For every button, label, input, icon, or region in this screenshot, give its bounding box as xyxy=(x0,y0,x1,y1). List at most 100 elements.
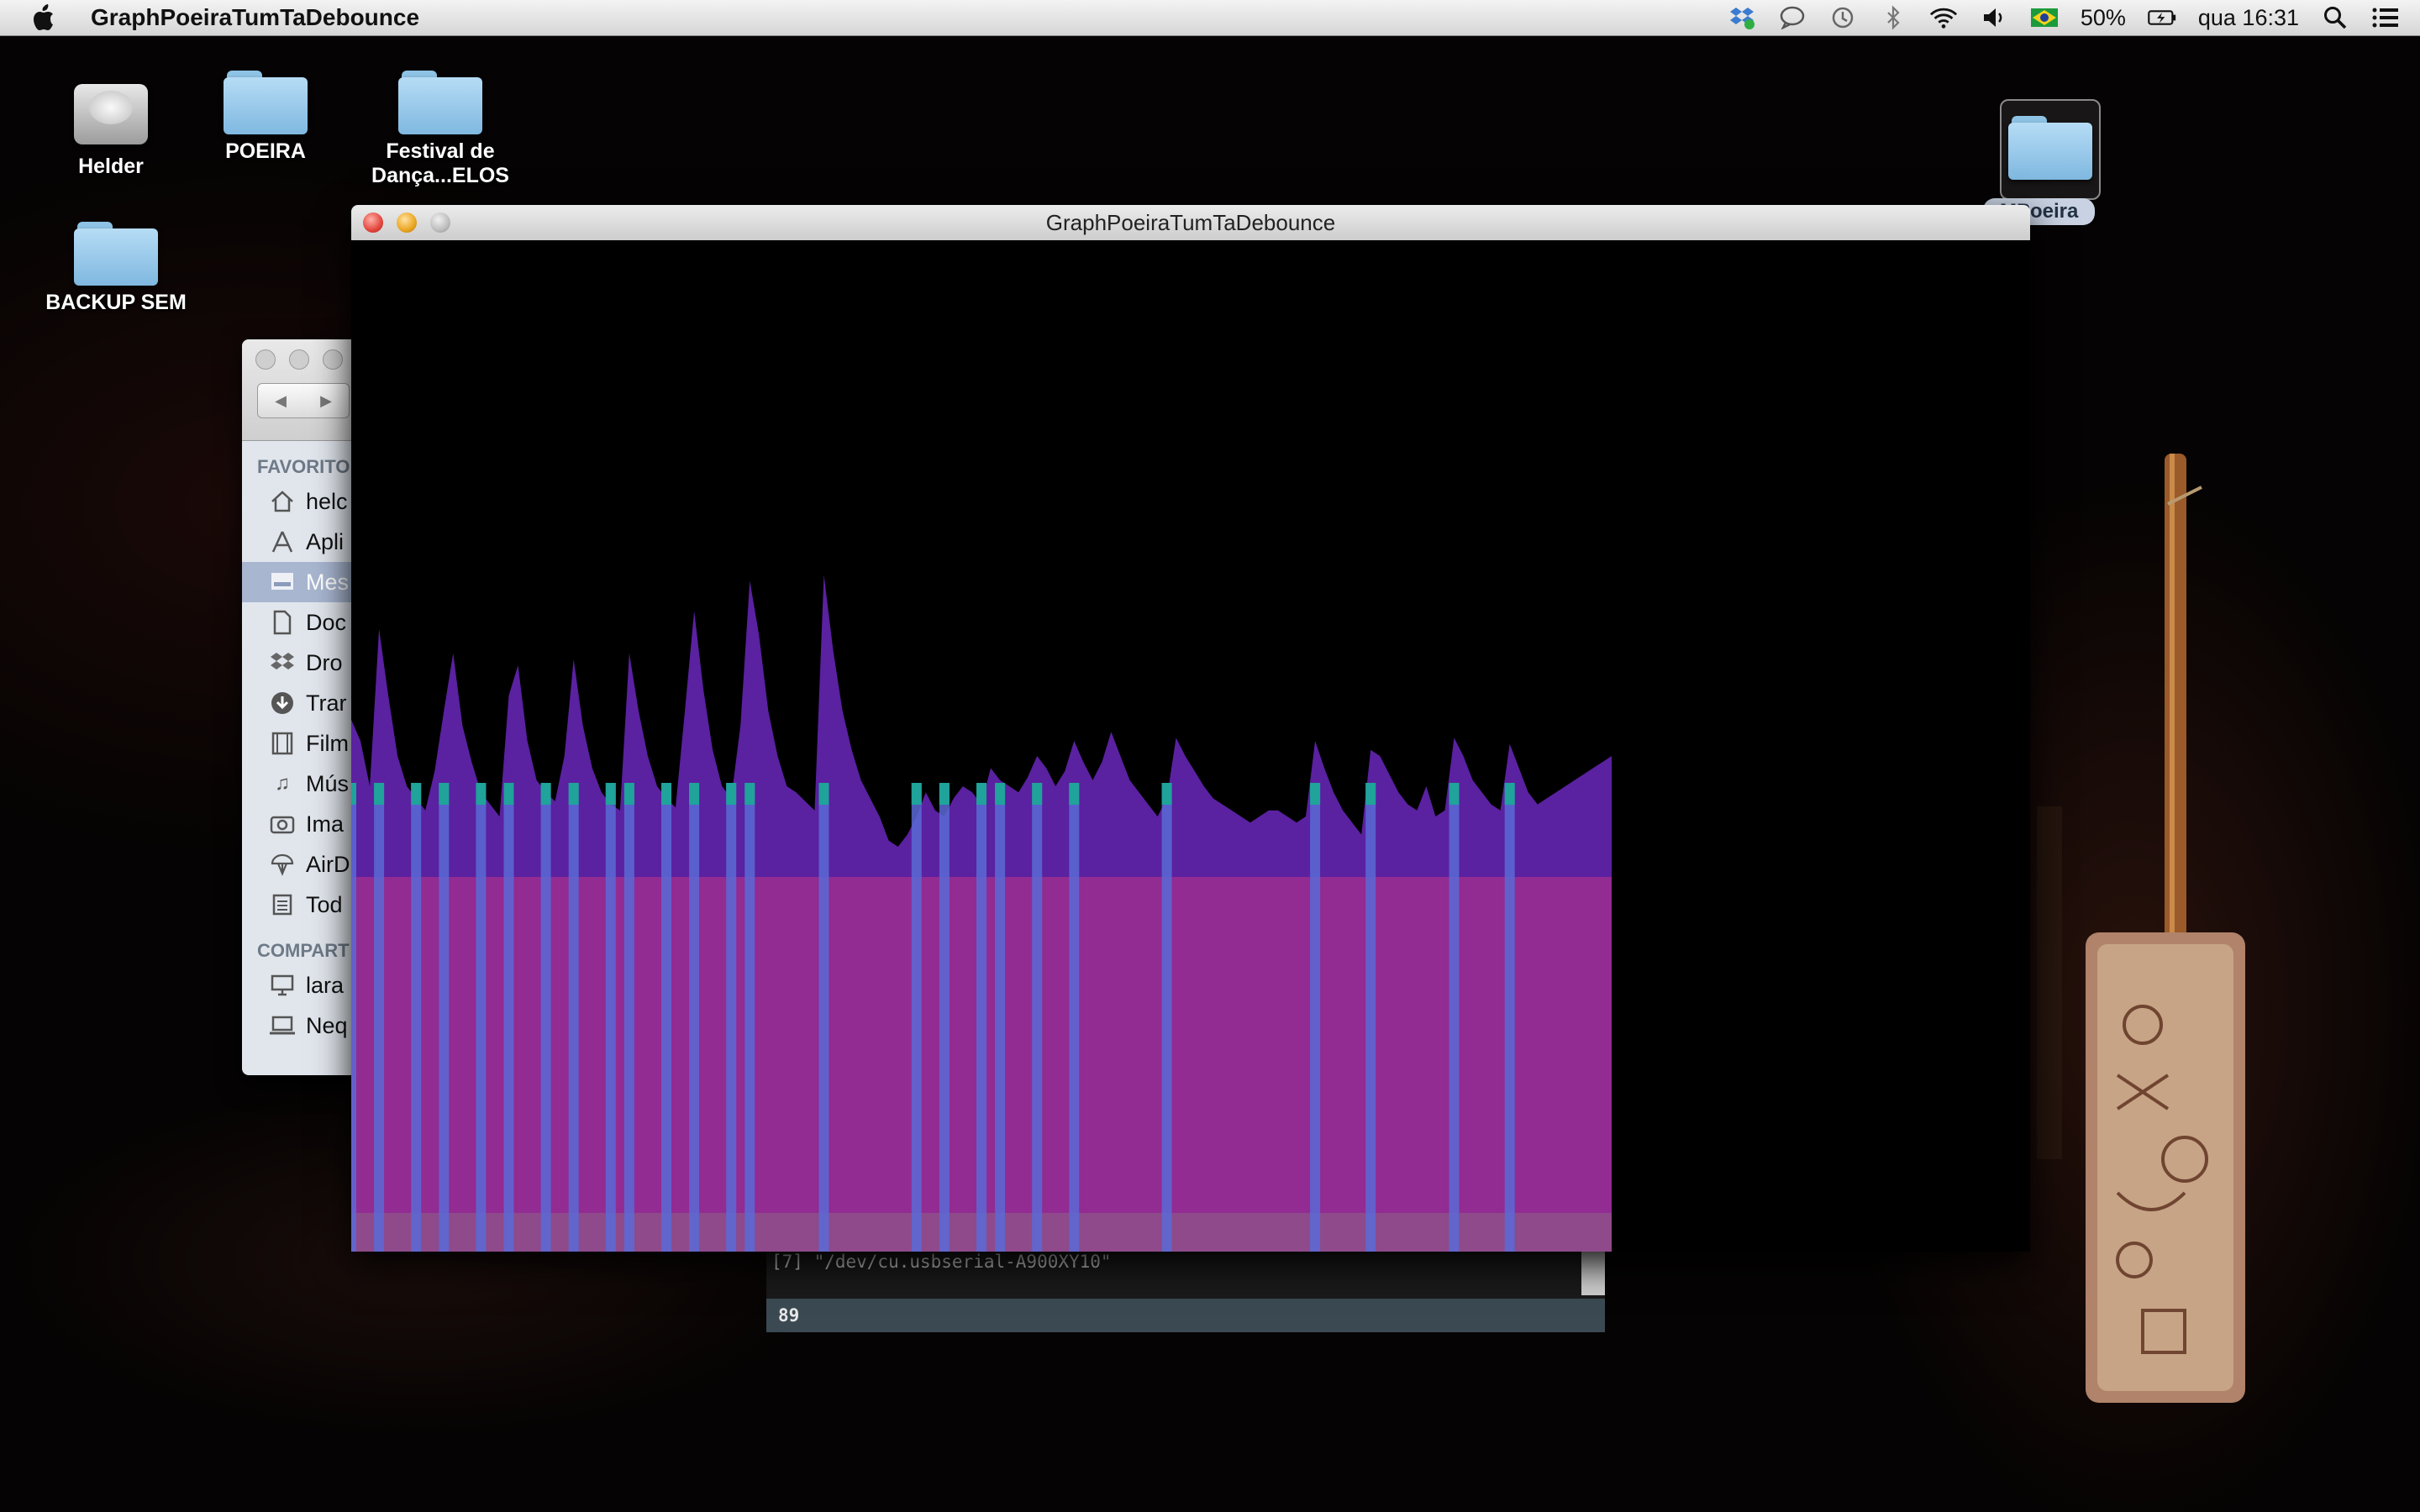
time-machine-icon[interactable] xyxy=(1828,5,1857,30)
hit-marker xyxy=(995,783,1006,1252)
menu-bar: GraphPoeiraTumTaDebounce 50% qua 16:31 xyxy=(0,0,2420,36)
applications-icon xyxy=(269,529,296,554)
messages-icon[interactable] xyxy=(1778,5,1807,30)
desktop-icon-festival[interactable]: Festival de Dança...ELOS xyxy=(356,71,524,188)
hit-marker xyxy=(540,783,551,1252)
desktop-icon-backup-sem[interactable]: BACKUP SEM xyxy=(32,222,200,315)
sidebar-item-desktop[interactable]: Mes xyxy=(242,562,360,602)
hit-marker xyxy=(623,783,634,1252)
volume-icon[interactable] xyxy=(1980,5,2008,30)
serial-monitor-panel: [7] "/dev/cu.usbserial-A900XY10" 89 xyxy=(766,1247,1605,1332)
sensor-graph xyxy=(351,575,1612,1252)
folder-icon xyxy=(224,71,308,134)
hit-marker xyxy=(1365,783,1376,1252)
hit-marker-tip xyxy=(605,783,616,805)
sidebar-item-movies[interactable]: Film xyxy=(242,723,360,764)
wallpaper-instrument-image xyxy=(2037,454,2245,1403)
sidebar-item-label: Trar xyxy=(306,690,347,716)
sidebar-item-applications[interactable]: Apli xyxy=(242,522,360,562)
hit-marker xyxy=(744,783,755,1252)
forward-arrow-icon[interactable]: ▶ xyxy=(303,384,349,417)
sidebar-item-documents[interactable]: Doc xyxy=(242,602,360,643)
close-button[interactable] xyxy=(363,213,383,233)
documents-icon xyxy=(269,610,296,635)
battery-percent[interactable]: 50% xyxy=(2081,5,2126,31)
sidebar-item-music[interactable]: ♫ Mús xyxy=(242,764,360,804)
serial-input-field[interactable]: 89 xyxy=(766,1299,1605,1332)
hit-marker-tip xyxy=(503,783,514,805)
zoom-button[interactable] xyxy=(430,213,450,233)
minimize-button[interactable] xyxy=(397,213,417,233)
back-arrow-icon[interactable]: ◀ xyxy=(258,384,303,417)
graph-window-titlebar[interactable]: GraphPoeiraTumTaDebounce xyxy=(351,205,2030,241)
hard-drive-icon xyxy=(71,71,151,151)
hit-marker-tip xyxy=(476,783,487,805)
sidebar-item-pictures[interactable]: Ima xyxy=(242,804,360,844)
hit-marker xyxy=(503,783,514,1252)
hit-marker-tip xyxy=(1310,783,1321,805)
notification-center-icon[interactable] xyxy=(2371,5,2400,30)
hit-marker-tip xyxy=(995,783,1006,805)
hit-marker-tip xyxy=(661,783,671,805)
menu-clock[interactable]: qua 16:31 xyxy=(2198,5,2299,31)
apple-menu-icon[interactable] xyxy=(30,3,72,32)
desktop-icon-helder[interactable]: Helder xyxy=(27,71,195,179)
desktop-icon-label: BACKUP SEM xyxy=(45,291,187,314)
bluetooth-icon[interactable] xyxy=(1879,5,1907,30)
graph-canvas xyxy=(351,240,2030,1252)
serial-scrollbar[interactable] xyxy=(1581,1247,1605,1295)
hit-marker xyxy=(439,783,450,1252)
hit-marker xyxy=(818,783,829,1252)
desktop-icon-poeira[interactable]: POEIRA xyxy=(182,71,350,164)
sidebar-item-label: Ima xyxy=(306,811,345,837)
hit-marker xyxy=(605,783,616,1252)
app-menu-name[interactable]: GraphPoeiraTumTaDebounce xyxy=(91,4,419,31)
spotlight-icon[interactable] xyxy=(2321,5,2349,30)
finder-toolbar: ◀ ▶ xyxy=(242,339,360,441)
wifi-icon[interactable] xyxy=(1929,5,1958,30)
hit-marker xyxy=(1069,783,1080,1252)
window-title: GraphPoeiraTumTaDebounce xyxy=(1045,210,1336,235)
hit-marker-tip xyxy=(689,783,700,805)
finder-window: ◀ ▶ FAVORITO helc Apli Mes Doc Dro Trar … xyxy=(242,339,360,1075)
sidebar-item-airdrop[interactable]: AirD xyxy=(242,844,360,885)
sidebar-item-all-files[interactable]: Tod xyxy=(242,885,360,925)
all-files-icon xyxy=(269,892,296,917)
sidebar-item-label: Apli xyxy=(306,528,345,554)
dropbox-icon[interactable] xyxy=(1728,5,1756,30)
hit-marker xyxy=(374,783,385,1252)
hit-marker-tip xyxy=(1449,783,1460,805)
hit-marker-tip xyxy=(439,783,450,805)
hit-marker xyxy=(351,783,356,1252)
serial-port-line: [7] "/dev/cu.usbserial-A900XY10" xyxy=(771,1252,1112,1272)
sidebar-section-favorites: FAVORITO xyxy=(257,456,350,477)
folder-icon xyxy=(2008,116,2092,180)
flag-brazil-icon[interactable] xyxy=(2030,5,2059,30)
sidebar-item-label: Film xyxy=(306,730,349,756)
hit-marker-tip xyxy=(911,783,922,805)
hit-marker xyxy=(1161,783,1172,1252)
pictures-icon xyxy=(269,811,296,837)
finder-close-button[interactable] xyxy=(255,349,276,370)
hit-marker-tip xyxy=(939,783,950,805)
serial-input-value: 89 xyxy=(778,1305,800,1326)
laptop-icon xyxy=(269,1013,296,1038)
desktop-icon-label: Festival de Dança...ELOS xyxy=(371,139,509,187)
hit-marker xyxy=(976,783,986,1252)
folder-icon xyxy=(398,71,482,134)
finder-zoom-button[interactable] xyxy=(323,349,343,370)
hit-marker-tip xyxy=(1161,783,1172,805)
desktop-icon-mpoeira[interactable] xyxy=(2000,99,2101,200)
sidebar-item-home[interactable]: helc xyxy=(242,481,360,522)
hit-marker-tip xyxy=(1069,783,1080,805)
finder-minimize-button[interactable] xyxy=(289,349,309,370)
hit-marker-tip xyxy=(374,783,385,805)
music-icon: ♫ xyxy=(275,772,290,795)
sidebar-item-label: Mes xyxy=(306,569,350,595)
battery-icon[interactable] xyxy=(2148,5,2176,30)
sidebar-item-shared-laptop[interactable]: Neq xyxy=(242,1005,360,1046)
sidebar-item-label: Dro xyxy=(306,649,343,675)
sidebar-item-shared-computer[interactable]: lara xyxy=(242,965,360,1005)
sidebar-item-downloads[interactable]: Trar xyxy=(242,683,360,723)
sidebar-item-dropbox[interactable]: Dro xyxy=(242,643,360,683)
